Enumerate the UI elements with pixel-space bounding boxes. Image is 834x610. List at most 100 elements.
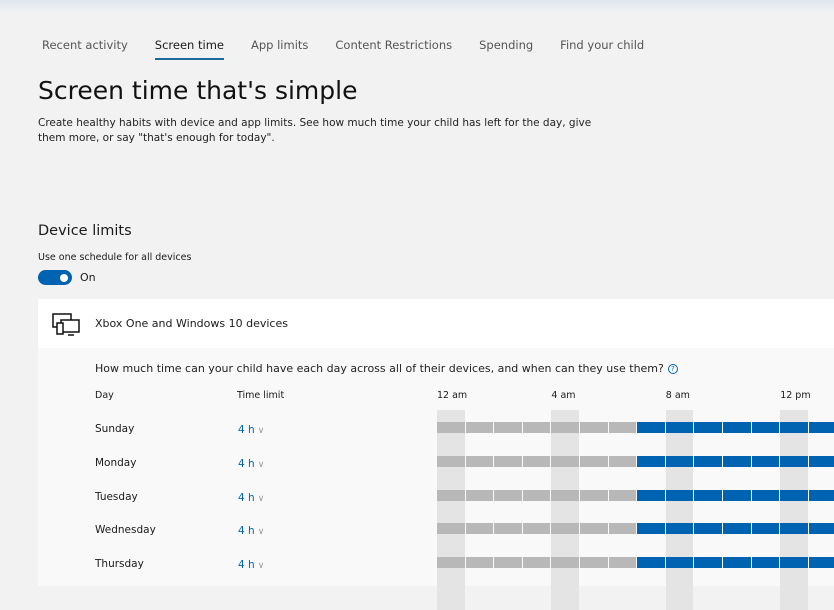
hour-label: 4 am (551, 390, 576, 401)
blocked-hour-segment[interactable] (580, 422, 608, 433)
blocked-hour-segment[interactable] (580, 489, 608, 501)
blocked-hour-segment[interactable] (522, 455, 551, 467)
tab-content-restrictions[interactable]: Content Restrictions (335, 38, 452, 60)
blocked-hour-segment[interactable] (551, 557, 579, 569)
allowed-hour-segment[interactable] (751, 557, 780, 569)
top-bar (0, 0, 834, 14)
allowed-hour-segment[interactable] (694, 422, 722, 433)
blocked-hour-segment[interactable] (465, 489, 494, 501)
blocked-hour-segment[interactable] (437, 422, 465, 433)
tab-app-limits[interactable]: App limits (251, 38, 308, 60)
blocked-hour-segment[interactable] (608, 523, 637, 535)
blocked-hour-segment[interactable] (522, 523, 551, 535)
blocked-hour-segment[interactable] (608, 489, 637, 501)
question-text: How much time can your child have each d… (95, 362, 664, 375)
allowed-hour-segment[interactable] (694, 455, 722, 467)
blocked-hour-segment[interactable] (437, 523, 465, 535)
hour-band (780, 410, 808, 610)
allowed-hour-segment[interactable] (694, 489, 722, 501)
blocked-hour-segment[interactable] (551, 523, 579, 535)
allowed-hour-segment[interactable] (637, 557, 665, 569)
chevron-down-icon: ∨ (257, 459, 265, 470)
toggle-state: On (80, 271, 96, 284)
tab-screen-time[interactable]: Screen time (154, 38, 224, 60)
blocked-hour-segment[interactable] (494, 455, 522, 467)
time-limit-dropdown[interactable]: 4 h ∨ (238, 424, 264, 436)
blocked-hour-segment[interactable] (437, 455, 465, 467)
blocked-hour-segment[interactable] (551, 455, 579, 467)
allowed-hour-segment[interactable] (665, 489, 694, 501)
blocked-hour-segment[interactable] (608, 557, 637, 569)
time-limit-dropdown[interactable]: 4 h ∨ (238, 559, 264, 571)
chevron-down-icon: ∨ (257, 527, 265, 538)
allowed-hour-segment[interactable] (751, 489, 780, 501)
allowed-hour-segment[interactable] (808, 557, 834, 569)
blocked-hour-segment[interactable] (580, 455, 608, 467)
hour-band (437, 410, 465, 610)
allowed-hour-segment[interactable] (808, 523, 834, 535)
hour-label: 12 am (437, 390, 468, 401)
help-icon[interactable]: ? (667, 364, 678, 374)
tab-recent-activity[interactable]: Recent activity (42, 38, 128, 60)
blocked-hour-segment[interactable] (608, 455, 637, 467)
blocked-hour-segment[interactable] (580, 557, 608, 569)
allowed-hour-segment[interactable] (780, 422, 808, 433)
device-limits-heading: Device limits (38, 223, 132, 239)
allowed-hour-segment[interactable] (808, 489, 834, 501)
allowed-hour-segment[interactable] (808, 455, 834, 467)
time-limit-dropdown[interactable]: 4 h ∨ (238, 458, 264, 470)
allowed-hour-segment[interactable] (723, 489, 751, 501)
chevron-down-icon: ∨ (257, 426, 265, 436)
allowed-hour-segment[interactable] (637, 455, 665, 467)
blocked-hour-segment[interactable] (580, 523, 608, 535)
allowed-hour-segment[interactable] (723, 557, 751, 569)
allowed-hour-segment[interactable] (637, 523, 665, 535)
blocked-hour-segment[interactable] (494, 422, 522, 433)
blocked-hour-segment[interactable] (465, 523, 494, 535)
blocked-hour-segment[interactable] (465, 422, 494, 433)
allowed-hour-segment[interactable] (751, 422, 780, 433)
device-card-header[interactable]: Xbox One and Windows 10 devices (38, 299, 834, 348)
allowed-hour-segment[interactable] (665, 455, 694, 467)
allowed-hour-segment[interactable] (694, 523, 722, 535)
blocked-hour-segment[interactable] (551, 489, 579, 501)
allowed-hour-segment[interactable] (808, 422, 834, 433)
day-label: Thursday (95, 558, 144, 571)
blocked-hour-segment[interactable] (522, 489, 551, 501)
blocked-hour-segment[interactable] (522, 557, 551, 569)
blocked-hour-segment[interactable] (465, 455, 494, 467)
allowed-hour-segment[interactable] (751, 523, 780, 535)
allowed-hour-segment[interactable] (723, 523, 751, 535)
blocked-hour-segment[interactable] (522, 422, 551, 433)
hour-label: 12 pm (780, 390, 811, 401)
schedule-question: How much time can your child have each d… (95, 362, 678, 375)
allowed-hour-segment[interactable] (780, 523, 808, 535)
tab-find-your-child[interactable]: Find your child (560, 38, 644, 60)
allowed-hour-segment[interactable] (723, 422, 751, 433)
tab-spending[interactable]: Spending (479, 38, 533, 60)
allowed-hour-segment[interactable] (780, 557, 808, 569)
allowed-hour-segment[interactable] (751, 455, 780, 467)
blocked-hour-segment[interactable] (551, 422, 579, 433)
allowed-hour-segment[interactable] (637, 422, 665, 433)
allowed-hour-segment[interactable] (665, 557, 694, 569)
allowed-hour-segment[interactable] (665, 523, 694, 535)
blocked-hour-segment[interactable] (494, 523, 522, 535)
blocked-hour-segment[interactable] (494, 557, 522, 569)
blocked-hour-segment[interactable] (494, 489, 522, 501)
time-limit-dropdown[interactable]: 4 h ∨ (238, 492, 264, 504)
allowed-hour-segment[interactable] (780, 455, 808, 467)
blocked-hour-segment[interactable] (437, 557, 465, 569)
allowed-hour-segment[interactable] (723, 455, 751, 467)
time-limit-dropdown[interactable]: 4 h ∨ (238, 525, 264, 537)
blocked-hour-segment[interactable] (437, 489, 465, 501)
blocked-hour-segment[interactable] (608, 422, 637, 433)
one-schedule-toggle[interactable] (38, 270, 72, 285)
blocked-hour-segment[interactable] (465, 557, 494, 569)
allowed-hour-segment[interactable] (694, 557, 722, 569)
hour-band (551, 410, 579, 610)
allowed-hour-segment[interactable] (665, 422, 694, 433)
allowed-hour-segment[interactable] (780, 489, 808, 501)
tab-bar: Recent activity Screen time App limits C… (42, 38, 671, 60)
allowed-hour-segment[interactable] (637, 489, 665, 501)
